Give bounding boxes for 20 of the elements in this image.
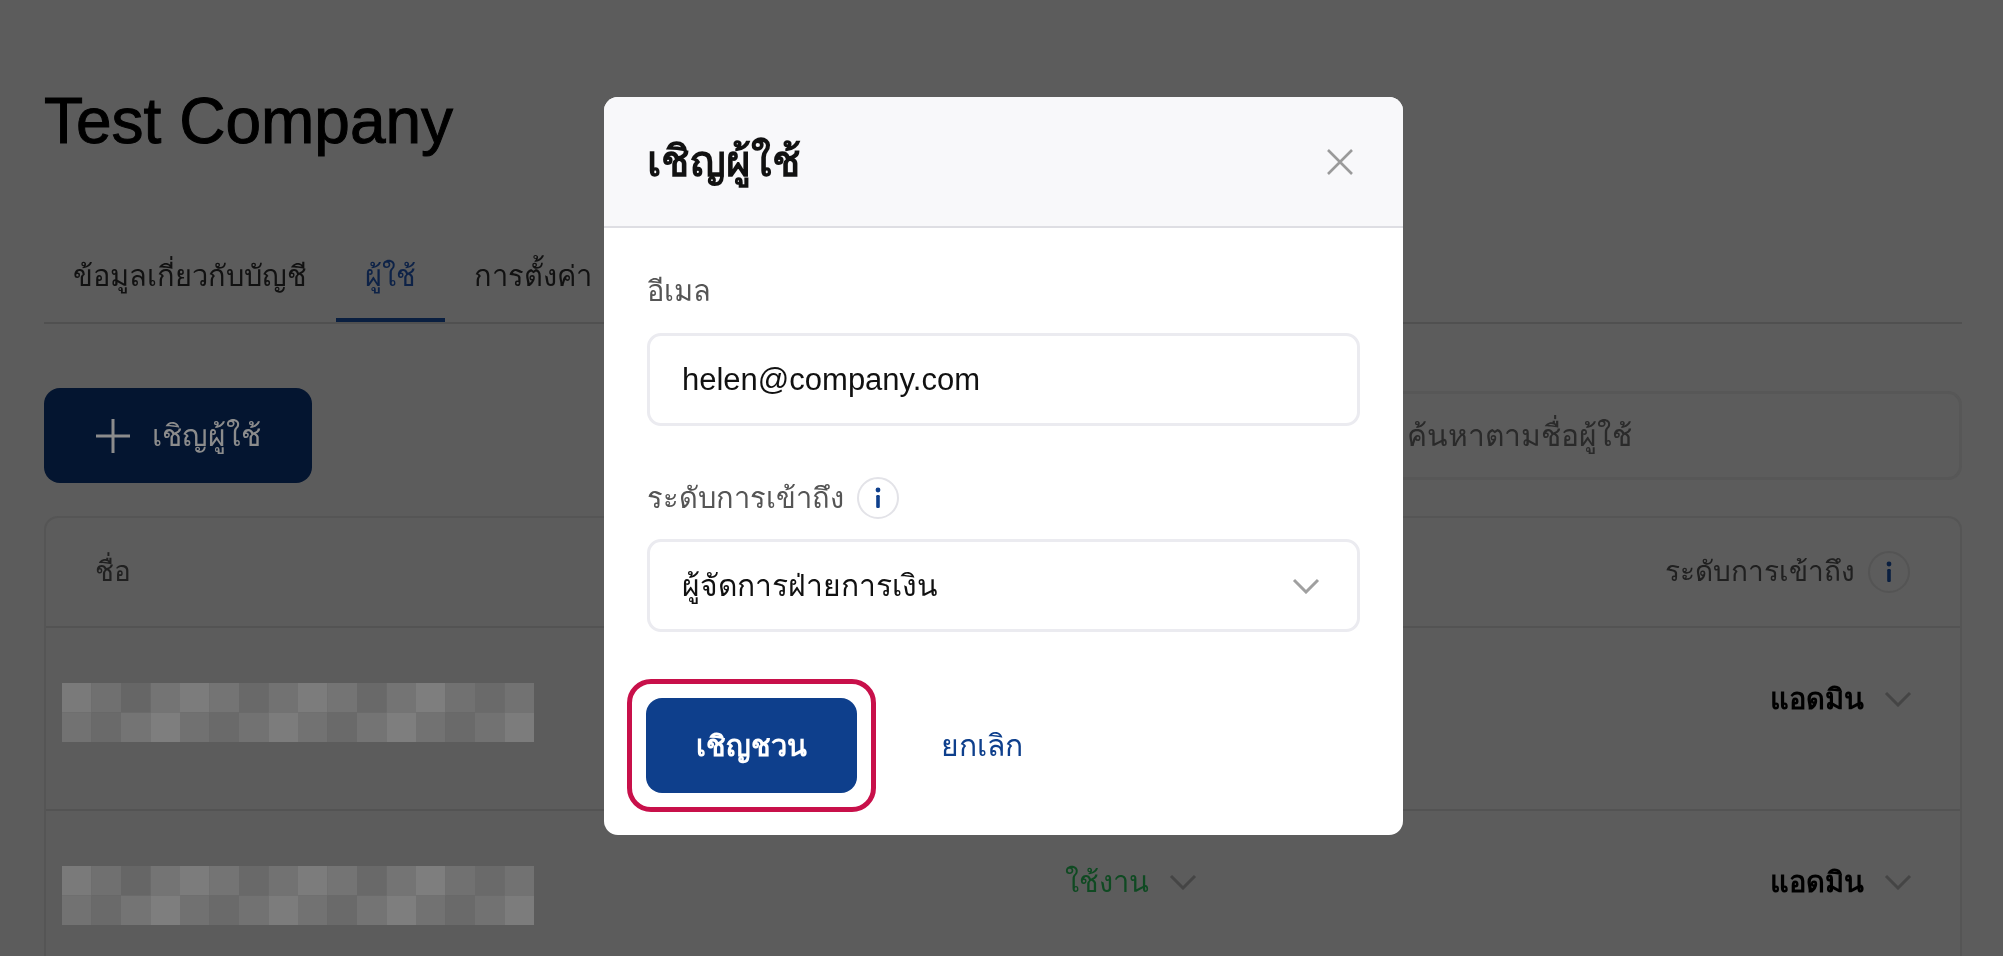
column-header: ชื่อ — [95, 552, 131, 592]
access-level-dropdown[interactable]: แอดมิน — [1770, 862, 1912, 902]
cancel-link[interactable]: ยกเลิก — [941, 725, 1023, 766]
plus-icon — [95, 418, 130, 453]
field-label: ระดับการเข้าถึง — [647, 481, 844, 516]
access-level-dropdown[interactable]: แอดมิน — [1770, 679, 1912, 719]
close-icon — [1327, 148, 1353, 175]
email-field[interactable]: helen@company.com — [647, 333, 1360, 426]
field-label: อีเมล — [647, 274, 711, 309]
invite-user-button[interactable]: เชิญผู้ใช้ — [44, 388, 312, 483]
close-button[interactable] — [1327, 148, 1353, 175]
access-level-select[interactable]: ผู้จัดการฝ่ายการเงิน — [647, 539, 1360, 632]
dialog-title: เชิญผู้ใช้ — [647, 133, 801, 190]
tab[interactable]: ผู้ใช้ — [336, 240, 445, 322]
invite-button[interactable]: เชิญชวน — [646, 698, 857, 793]
company-title: Test Company — [44, 84, 454, 158]
tab[interactable]: ข้อมูลเกี่ยวกับบัญชี — [44, 240, 336, 322]
tab[interactable]: การตั้งค่า — [445, 240, 621, 322]
column-header: ระดับการเข้าถึง — [1665, 555, 1855, 589]
chevron-down-icon — [1292, 577, 1320, 594]
